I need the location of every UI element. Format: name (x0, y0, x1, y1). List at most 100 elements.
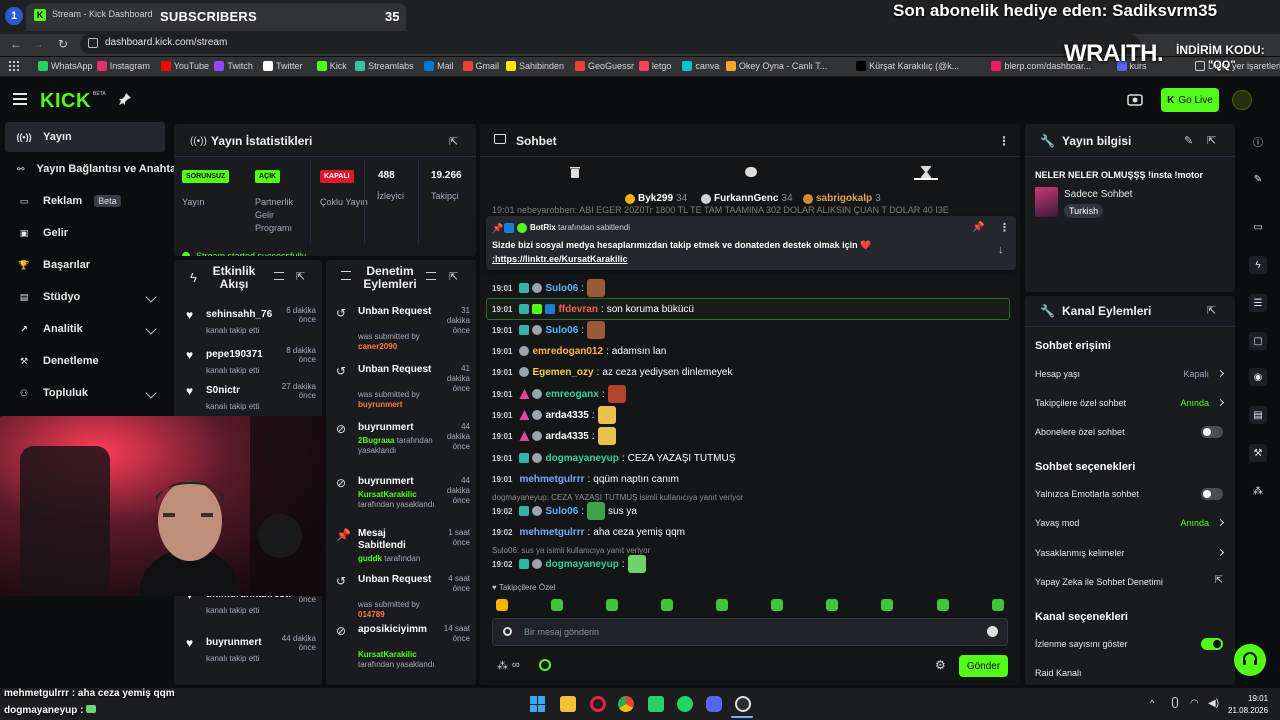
mod-action-actor[interactable]: KursatKarakilic (358, 490, 417, 499)
kick-logo[interactable]: KICK (40, 90, 91, 113)
emote-icon[interactable] (496, 599, 508, 611)
chat-message[interactable]: 19:01 Egemen_ozy: az ceza yediysen dinleme… (492, 364, 732, 380)
emote-icon[interactable] (881, 599, 893, 611)
chat-username[interactable]: dogmayaneyup (545, 453, 618, 464)
setting-row[interactable]: Raid Kanalı (1035, 666, 1225, 680)
back-icon[interactable]: ← (8, 36, 24, 52)
emote-icon[interactable] (826, 599, 838, 611)
emote-icon[interactable] (661, 599, 673, 611)
setting-row[interactable]: Takipçilere özel sohbet Anında (1035, 396, 1225, 410)
chat-message[interactable]: 19:01 dogmayaneyup: CEZA YAZAŞI TUTMUŞ (492, 450, 735, 466)
filter-icon[interactable] (274, 272, 284, 280)
edit-icon[interactable]: ✎ (1249, 170, 1267, 188)
chat-username[interactable]: arda4335 (545, 410, 588, 421)
trash-icon[interactable] (570, 166, 580, 178)
whatsapp-icon[interactable] (648, 696, 664, 712)
site-info-icon[interactable] (88, 38, 98, 48)
bookmark-item[interactable]: Mail (424, 61, 454, 71)
chat-username[interactable]: emredogan012 (532, 346, 603, 357)
top-gifter[interactable]: sabrigokalp 3 (803, 193, 881, 204)
chat-username[interactable]: mehmetgulrrr (519, 474, 584, 485)
chat-username[interactable]: Sulo06 (545, 506, 578, 517)
bookmark-item[interactable]: canva (682, 61, 719, 71)
bookmark-item[interactable]: letgo (638, 61, 671, 71)
sidebar-item[interactable]: ▣ Gelir (5, 218, 165, 248)
chat-icon[interactable]: ▢ (1249, 332, 1267, 350)
microphone-icon[interactable] (1172, 697, 1178, 708)
chat-message[interactable]: 19:01 emreoganx: (492, 385, 626, 403)
sidebar-item[interactable]: 🏆 Başarılar (5, 250, 165, 280)
chat-username[interactable]: arda4335 (545, 431, 588, 442)
setting-row[interactable]: Hesap yaşı Kapalı (1035, 367, 1225, 381)
toggle-switch[interactable] (1201, 488, 1223, 500)
pin-icon[interactable] (118, 92, 132, 106)
sidebar-item[interactable]: ⚯ Yayın Bağlantısı ve Anahtarı (5, 154, 183, 184)
edit-pencil-icon[interactable]: ✎ (1184, 134, 1193, 147)
activity-item[interactable]: ♥ pepe190371 kanalı takip etti 8 dakika önc… (174, 346, 322, 382)
emote-icon[interactable] (606, 599, 618, 611)
bookmark-item[interactable]: Streamlabs (355, 61, 414, 71)
bookmark-item[interactable]: WhatsApp (38, 61, 93, 71)
chat-message[interactable]: 19:01 arda4335: (492, 406, 616, 424)
support-headset-button[interactable] (1234, 644, 1266, 676)
external-link-icon[interactable]: ⇱ (1215, 575, 1223, 586)
network-icon[interactable]: ◠ (1190, 698, 1199, 709)
chevron-down-icon[interactable] (145, 323, 157, 335)
bookmark-item[interactable]: Okey Oyna - Canlı T... (725, 61, 827, 71)
top-gifter[interactable]: FurkannGenc 34 (701, 193, 793, 204)
chat-message[interactable]: 19:01 Sulo06: (492, 279, 606, 297)
chat-username[interactable]: dogmayaneyup (545, 559, 618, 570)
chat-message[interactable]: 19:01 emredogan012: adamsın lan (492, 343, 666, 359)
category-name[interactable]: Sadece Sohbet (1064, 189, 1132, 200)
expand-icon[interactable]: ↓ (998, 244, 1004, 256)
chat-message[interactable]: 19:02 mehmetgulrrr: aha ceza yemiş qqm (492, 524, 685, 540)
setting-row[interactable]: Abonelere özel sohbet (1035, 425, 1225, 439)
reload-icon[interactable]: ↻ (55, 36, 71, 52)
setting-row[interactable]: Yalnızca Emotlarla sohbet (1035, 487, 1225, 501)
chevron-down-icon[interactable] (145, 291, 157, 303)
list-icon[interactable]: ☰ (1249, 294, 1267, 312)
sidebar-item[interactable]: ((•)) Yayın (5, 122, 165, 152)
chat-username[interactable]: Sulo06 (545, 283, 578, 294)
share-icon[interactable]: ⁂ (1249, 482, 1267, 500)
send-button[interactable]: Gönder (959, 655, 1008, 677)
share-icon[interactable]: ⁂ (497, 659, 508, 672)
chat-username[interactable]: Egemen_ozy (532, 367, 593, 378)
chat-mode-icon[interactable] (745, 167, 757, 177)
link-chain-icon[interactable]: ∞ (512, 659, 520, 671)
menu-icon[interactable] (13, 93, 27, 105)
mod-action-actor[interactable]: KursatKarakilic (358, 650, 417, 659)
volume-icon[interactable]: ◀) (1208, 698, 1219, 709)
popout-icon[interactable]: ⇱ (1207, 304, 1216, 317)
mod-action-item[interactable]: ↺ Unban Request was submitted by caner2090… (326, 306, 476, 356)
user-avatar[interactable] (1232, 90, 1252, 110)
mod-action-actor[interactable]: 014789 (358, 610, 385, 619)
go-live-button[interactable]: K Go Live (1161, 88, 1219, 112)
emote-icon[interactable] (771, 599, 783, 611)
windows-start-icon[interactable] (530, 696, 546, 712)
mod-action-item[interactable]: 📌 Mesaj Sabitlendi guddk tarafından 1 saat … (326, 528, 476, 578)
popout-icon[interactable]: ⇱ (1207, 134, 1216, 147)
bookmark-item[interactable]: Gmail (462, 61, 499, 71)
top-gifter[interactable]: Byk299 34 (625, 193, 687, 204)
emoji-icon[interactable] (987, 626, 998, 637)
opera-icon[interactable] (590, 696, 606, 712)
obs-icon[interactable] (735, 696, 751, 712)
chat-message[interactable]: 19:01 Sulo06: (492, 321, 606, 339)
bookmark-item[interactable]: Instagram (96, 61, 150, 71)
setting-row[interactable]: Yasaklanmış kelimeler (1035, 546, 1225, 560)
setting-row[interactable]: Yavaş mod Anında (1035, 516, 1225, 530)
wrench-icon[interactable]: ⚒ (1249, 444, 1267, 462)
bookmark-item[interactable]: Kick (316, 61, 347, 71)
chat-message[interactable]: 19:02 Sulo06: sus ya (492, 502, 637, 520)
popout-icon[interactable]: ⇱ (449, 270, 458, 283)
sidebar-item[interactable]: ▭ Reklam Beta (5, 186, 165, 216)
url-field[interactable] (80, 34, 1140, 54)
chrome-icon[interactable] (618, 696, 634, 712)
activity-item[interactable]: ♥ sehinsahh_76 kanalı takip etti 6 dakika ö… (174, 306, 322, 342)
setting-row[interactable]: İzlenme sayısını göster (1035, 637, 1225, 651)
mod-action-item[interactable]: ⊘ buyrunmert KursatKarakilic tarafından ya… (326, 476, 476, 526)
bookmark-item[interactable]: GeoGuessr (575, 61, 634, 71)
chevron-down-icon[interactable] (145, 387, 157, 399)
stack-icon[interactable]: ▤ (1249, 406, 1267, 424)
